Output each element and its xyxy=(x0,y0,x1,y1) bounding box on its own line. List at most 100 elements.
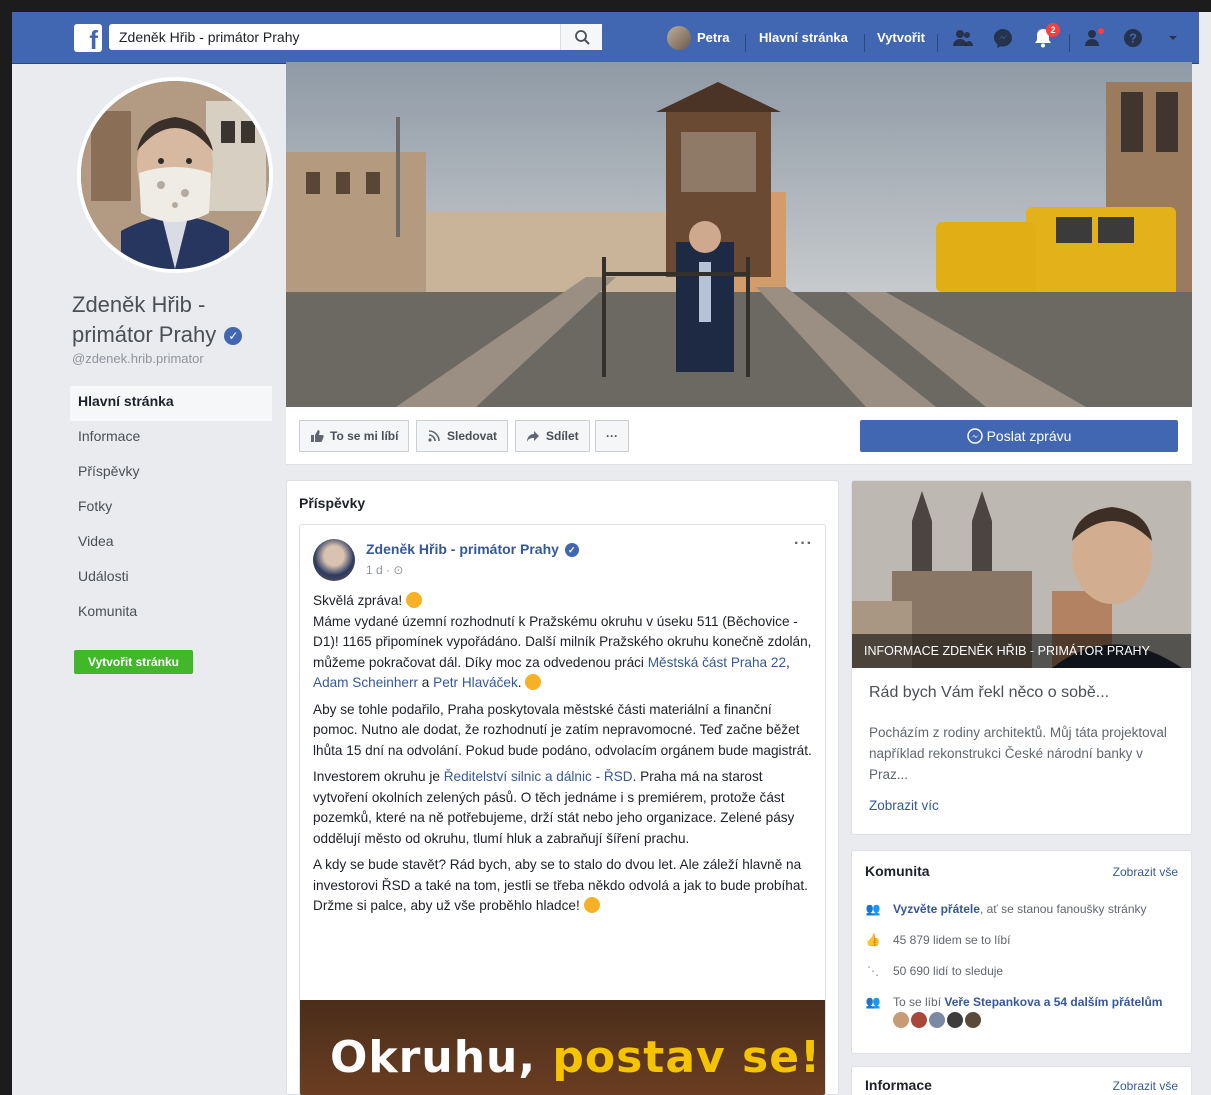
community-friends-row: 👥 To se líbí Veře Stepankova a 54 dalším… xyxy=(865,994,1180,1028)
post-author-name[interactable]: Zdeněk Hřib - primátor Prahy ✓ xyxy=(366,541,579,558)
community-title: Komunita xyxy=(865,863,930,879)
top-navigation-bar: f Zdeněk Hřib - primátor Prahy Petra Hla… xyxy=(12,12,1199,64)
rss-follow-icon: ⋱ xyxy=(867,964,879,978)
about-photo[interactable]: INFORMACE ZDENĚK HŘIB - PRIMÁTOR PRAHY xyxy=(852,481,1191,668)
globe-icon: ⊙ xyxy=(393,563,404,577)
about-card: INFORMACE ZDENĚK HŘIB - PRIMÁTOR PRAHY R… xyxy=(851,480,1192,835)
community-likes-count: 45 879 lidem se to líbí xyxy=(893,933,1011,947)
page-sidebar-nav: Hlavní stránka Informace Příspěvky Fotky… xyxy=(70,386,272,631)
verified-badge-icon: ✓ xyxy=(224,327,243,346)
search-button[interactable] xyxy=(560,24,602,50)
page-profile-picture[interactable] xyxy=(77,77,273,273)
friend-avatar[interactable] xyxy=(965,1012,981,1028)
create-page-button[interactable]: Vytvořit stránku xyxy=(74,650,193,674)
community-follows-row: ⋱ 50 690 lidí to sleduje xyxy=(865,963,1180,979)
info-card-see-all-link[interactable]: Zobrazit vše xyxy=(1113,1079,1178,1093)
friend-avatar[interactable] xyxy=(893,1012,909,1028)
post-image[interactable]: Okruhu, postav se! xyxy=(300,1000,825,1095)
community-see-all-link[interactable]: Zobrazit vše xyxy=(1113,865,1178,879)
page-username[interactable]: @zdenek.hrib.primator xyxy=(72,351,204,366)
info-card-title: Informace xyxy=(865,1077,932,1093)
create-link[interactable]: Vytvořit xyxy=(877,26,925,50)
share-page-button[interactable]: Sdílet xyxy=(515,420,590,452)
friend-requests-icon[interactable] xyxy=(952,27,974,49)
smile-emoji-icon xyxy=(405,592,422,608)
search-icon xyxy=(575,30,590,45)
friends-like-prefix: To se líbí xyxy=(893,995,945,1009)
mention-mestska-cast-link[interactable]: Městská část Praha 22 xyxy=(648,655,786,670)
post-paragraph-3a: Investorem okruhu je xyxy=(313,769,444,784)
invite-friends-link[interactable]: Vyzvěte přátele xyxy=(893,902,980,916)
messenger-icon[interactable] xyxy=(992,27,1014,49)
invite-friends-text: , ať se stanou fanoušky stránky xyxy=(979,902,1147,916)
thumbs-up-icon: 👍 xyxy=(865,933,881,947)
sidebar-item-posts[interactable]: Příspěvky xyxy=(70,456,272,491)
post-timestamp[interactable]: 1 d xyxy=(366,563,383,577)
send-message-button[interactable]: Poslat zprávu xyxy=(860,420,1178,452)
user-name: Petra xyxy=(697,30,730,45)
sidebar-item-community[interactable]: Komunita xyxy=(70,596,272,631)
thumbs-up-emoji-icon xyxy=(525,674,542,690)
page-title: Zdeněk Hřib - primátor Prahy ✓ xyxy=(72,290,272,350)
friend-avatar[interactable] xyxy=(911,1012,927,1028)
friends-like-link[interactable]: Veře Stepankova a 54 dalším přátelům xyxy=(944,995,1162,1009)
community-card: Komunita Zobrazit vše 👥 Vyzvěte přátele,… xyxy=(851,850,1192,1054)
post-options-button[interactable]: ··· xyxy=(794,535,813,553)
sidebar-item-photos[interactable]: Fotky xyxy=(70,491,272,526)
post-text-end: . xyxy=(517,675,526,690)
more-actions-button[interactable]: ··· xyxy=(595,420,629,452)
nav-divider xyxy=(864,34,865,52)
like-page-button[interactable]: To se mi líbí xyxy=(299,420,410,452)
window-frame-top xyxy=(0,0,1211,12)
friend-avatar[interactable] xyxy=(929,1012,945,1028)
post-author-text: Zdeněk Hřib - primátor Prahy xyxy=(366,541,559,557)
sidebar-item-videos[interactable]: Videa xyxy=(70,526,272,561)
notifications-icon[interactable]: 2 xyxy=(1032,23,1060,49)
post-meta: 1 d · ⊙ xyxy=(366,563,404,577)
like-page-label: To se mi líbí xyxy=(330,429,399,443)
svg-text:?: ? xyxy=(1129,31,1137,46)
post-text-separator: , xyxy=(786,654,790,670)
send-message-label: Poslat zprávu xyxy=(986,428,1072,444)
nav-divider xyxy=(745,34,746,52)
profile-link[interactable]: Petra xyxy=(667,26,730,50)
home-link[interactable]: Hlavní stránka xyxy=(759,26,848,50)
post-paragraph-4: A kdy se bude stavět? Rád bych, aby se t… xyxy=(313,857,808,913)
facebook-logo-icon[interactable]: f xyxy=(74,24,102,52)
about-photo-title: INFORMACE ZDENĚK HŘIB - PRIMÁTOR PRAHY xyxy=(852,634,1191,668)
post-text-separator: a xyxy=(418,675,434,690)
mention-scheinherr-link[interactable]: Adam Scheinherr xyxy=(313,675,418,690)
help-icon[interactable]: ? xyxy=(1122,27,1144,49)
about-description: Pocházím z rodiny architektů. Můj táta p… xyxy=(869,725,1167,782)
messenger-icon xyxy=(966,428,983,444)
posts-section-title: Příspěvky xyxy=(299,495,366,511)
follow-page-button[interactable]: Sledovat xyxy=(416,420,509,452)
post-card: Zdeněk Hřib - primátor Prahy ✓ 1 d · ⊙ ·… xyxy=(299,524,826,1095)
thumbs-up-icon xyxy=(311,430,324,442)
friend-avatar[interactable] xyxy=(947,1012,963,1028)
post-author-avatar[interactable] xyxy=(313,539,355,581)
about-see-more-link[interactable]: Zobrazit víc xyxy=(869,798,939,813)
post-text: Skvělá zpráva! Máme vydané územní rozhod… xyxy=(313,591,818,923)
cover-photo[interactable] xyxy=(286,62,1192,407)
post-paragraph-2: Aby se tohle podařilo, Praha poskytovala… xyxy=(313,701,812,758)
user-avatar xyxy=(667,26,691,50)
nav-divider xyxy=(937,34,938,52)
mention-rsd-link[interactable]: Ředitelství silnic a dálnic - ŘSD xyxy=(444,769,633,784)
sidebar-item-about[interactable]: Informace xyxy=(70,421,272,456)
community-invite-row: 👥 Vyzvěte přátele, ať se stanou fanoušky… xyxy=(865,901,1180,917)
search-input[interactable]: Zdeněk Hřib - primátor Prahy xyxy=(109,24,602,50)
notifications-badge: 2 xyxy=(1046,23,1060,37)
mention-hlavacek-link[interactable]: Petr Hlaváček xyxy=(433,675,518,690)
window-frame-left xyxy=(0,0,12,1095)
account-menu-chevron-icon[interactable] xyxy=(1162,27,1184,49)
sidebar-item-home[interactable]: Hlavní stránka xyxy=(70,386,272,421)
sidebar-item-events[interactable]: Události xyxy=(70,561,272,596)
invite-friends-icon: 👥 xyxy=(865,902,881,916)
quick-help-people-icon[interactable] xyxy=(1084,27,1106,49)
about-headline: Rád bych Vám řekl něco o sobě... xyxy=(869,684,1110,701)
nav-divider xyxy=(1069,34,1070,52)
community-follows-count: 50 690 lidí to sleduje xyxy=(893,964,1004,978)
friends-avatars xyxy=(893,1012,1162,1028)
verified-badge-icon: ✓ xyxy=(564,543,579,558)
